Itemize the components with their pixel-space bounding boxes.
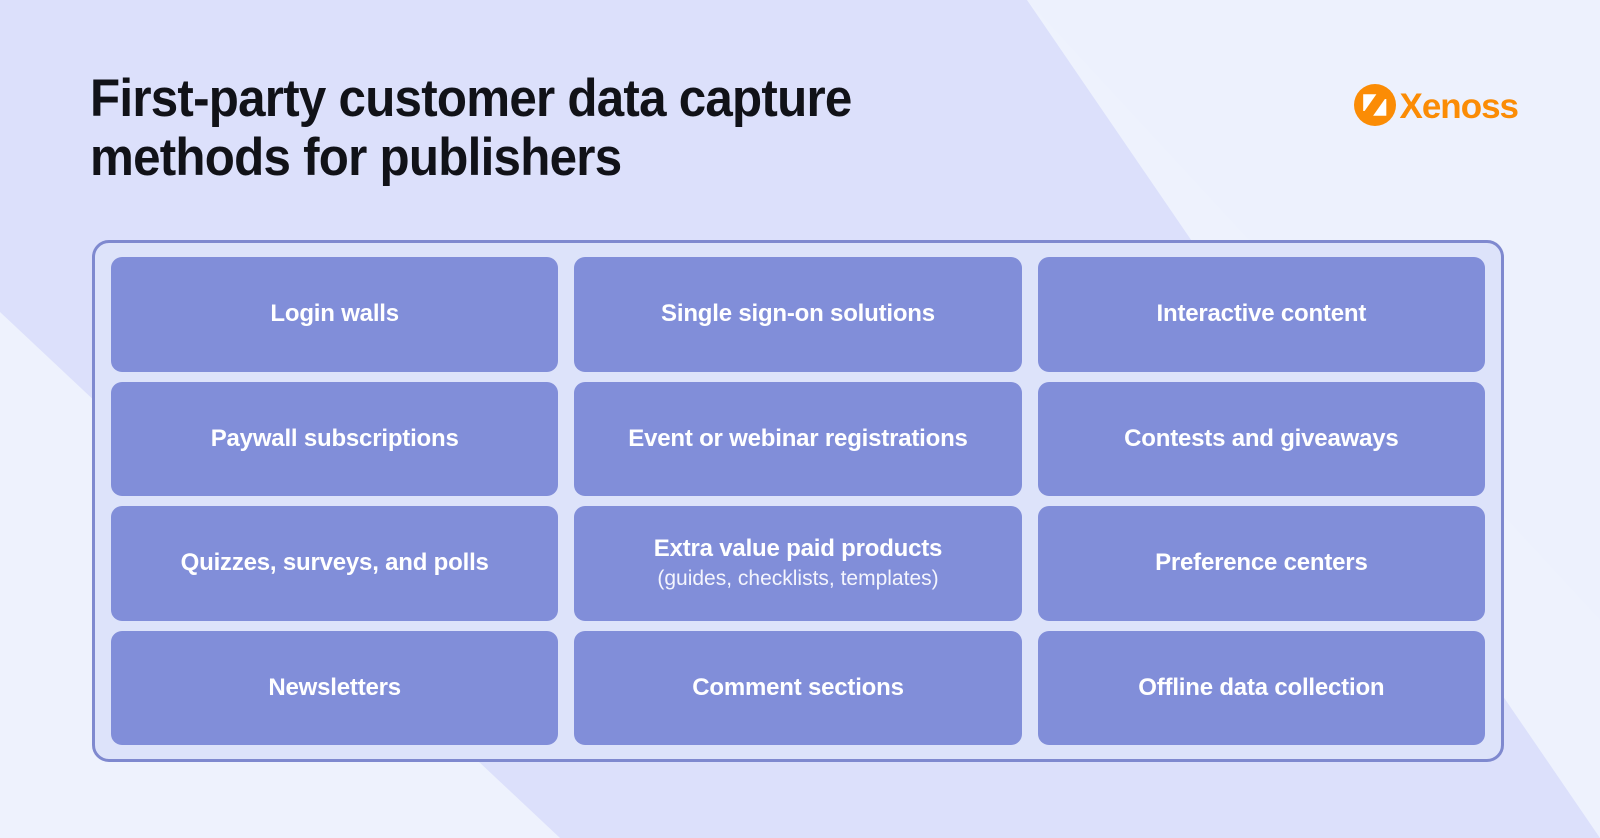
method-card[interactable]: Interactive content	[1037, 257, 1485, 372]
method-card-title: Quizzes, surveys, and polls	[180, 549, 489, 577]
method-card-title: Single sign-on solutions	[661, 300, 935, 328]
infographic-canvas: First-party customer data capture method…	[0, 0, 1600, 838]
method-card-title: Contests and giveaways	[1124, 424, 1399, 452]
method-card-title: Newsletters	[268, 673, 401, 701]
method-card-subtitle: (guides, checklists, templates)	[657, 567, 939, 591]
xenoss-logo[interactable]: Xenoss	[1353, 84, 1519, 126]
method-card-title: Preference centers	[1155, 549, 1368, 577]
method-card[interactable]: Event or webinar registrations	[574, 381, 1022, 496]
method-card-title: Offline data collection	[1138, 673, 1385, 701]
header: First-party customer data capture method…	[0, 0, 1600, 240]
method-card[interactable]: Login walls	[111, 257, 559, 372]
method-card-title: Interactive content	[1156, 300, 1367, 328]
method-card[interactable]: Contests and giveaways	[1037, 381, 1485, 496]
methods-grid: Login walls Single sign-on solutions Int…	[92, 240, 1504, 762]
method-card-title: Event or webinar registrations	[628, 424, 968, 452]
method-card[interactable]: Extra value paid products (guides, check…	[574, 506, 1022, 621]
page-title: First-party customer data capture method…	[90, 69, 852, 188]
method-card[interactable]: Single sign-on solutions	[574, 257, 1022, 372]
method-card[interactable]: Quizzes, surveys, and polls	[111, 506, 559, 621]
method-card-title: Comment sections	[692, 673, 904, 701]
method-card-title: Login walls	[270, 300, 399, 328]
method-card-title: Paywall subscriptions	[210, 424, 459, 452]
method-card[interactable]: Preference centers	[1037, 506, 1485, 621]
method-card[interactable]: Comment sections	[574, 630, 1022, 745]
xenoss-wordmark: Xenoss	[1399, 86, 1519, 126]
method-card[interactable]: Newsletters	[111, 630, 559, 745]
method-card-title: Extra value paid products	[653, 535, 943, 562]
method-card[interactable]: Offline data collection	[1037, 630, 1485, 745]
method-card[interactable]: Paywall subscriptions	[111, 381, 559, 496]
xenoss-circle-mark-icon	[1353, 84, 1396, 126]
